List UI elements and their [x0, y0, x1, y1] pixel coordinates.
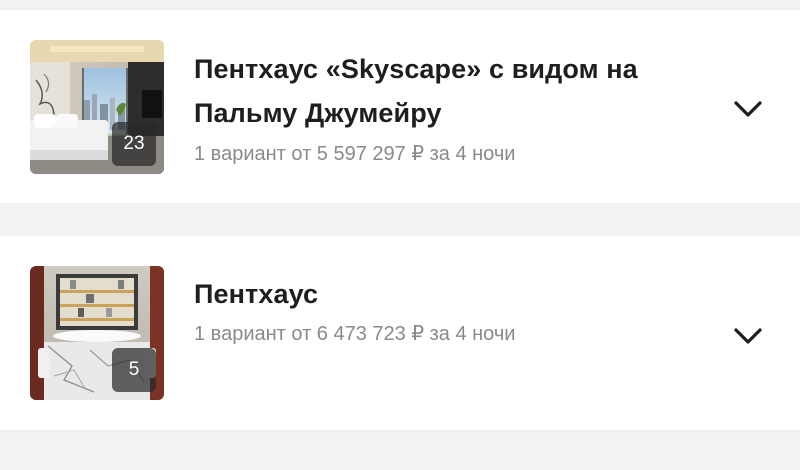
chevron-down-icon[interactable]: [730, 322, 766, 350]
room-card[interactable]: 23 Пентхаус «Skyscape» с видом на Пальму…: [0, 10, 800, 203]
room-list: 23 Пентхаус «Skyscape» с видом на Пальму…: [0, 0, 800, 470]
room-price-summary: 1 вариант от 6 473 723 ₽ за 4 ночи: [194, 323, 516, 345]
room-title[interactable]: Пентхаус: [194, 272, 714, 316]
photo-count-badge: 5: [112, 348, 156, 392]
chevron-down-icon[interactable]: [730, 95, 766, 123]
room-card[interactable]: 5 Пентхаус 1 вариант от 6 473 723 ₽ за 4…: [0, 236, 800, 430]
room-title[interactable]: Пентхаус «Skyscape» с видом на Пальму Дж…: [194, 47, 714, 135]
photo-count-badge: 23: [112, 122, 156, 166]
room-price-summary: 1 вариант от 5 597 297 ₽ за 4 ночи: [194, 143, 516, 165]
room-photo[interactable]: 23: [30, 40, 164, 174]
room-photo[interactable]: 5: [30, 266, 164, 400]
